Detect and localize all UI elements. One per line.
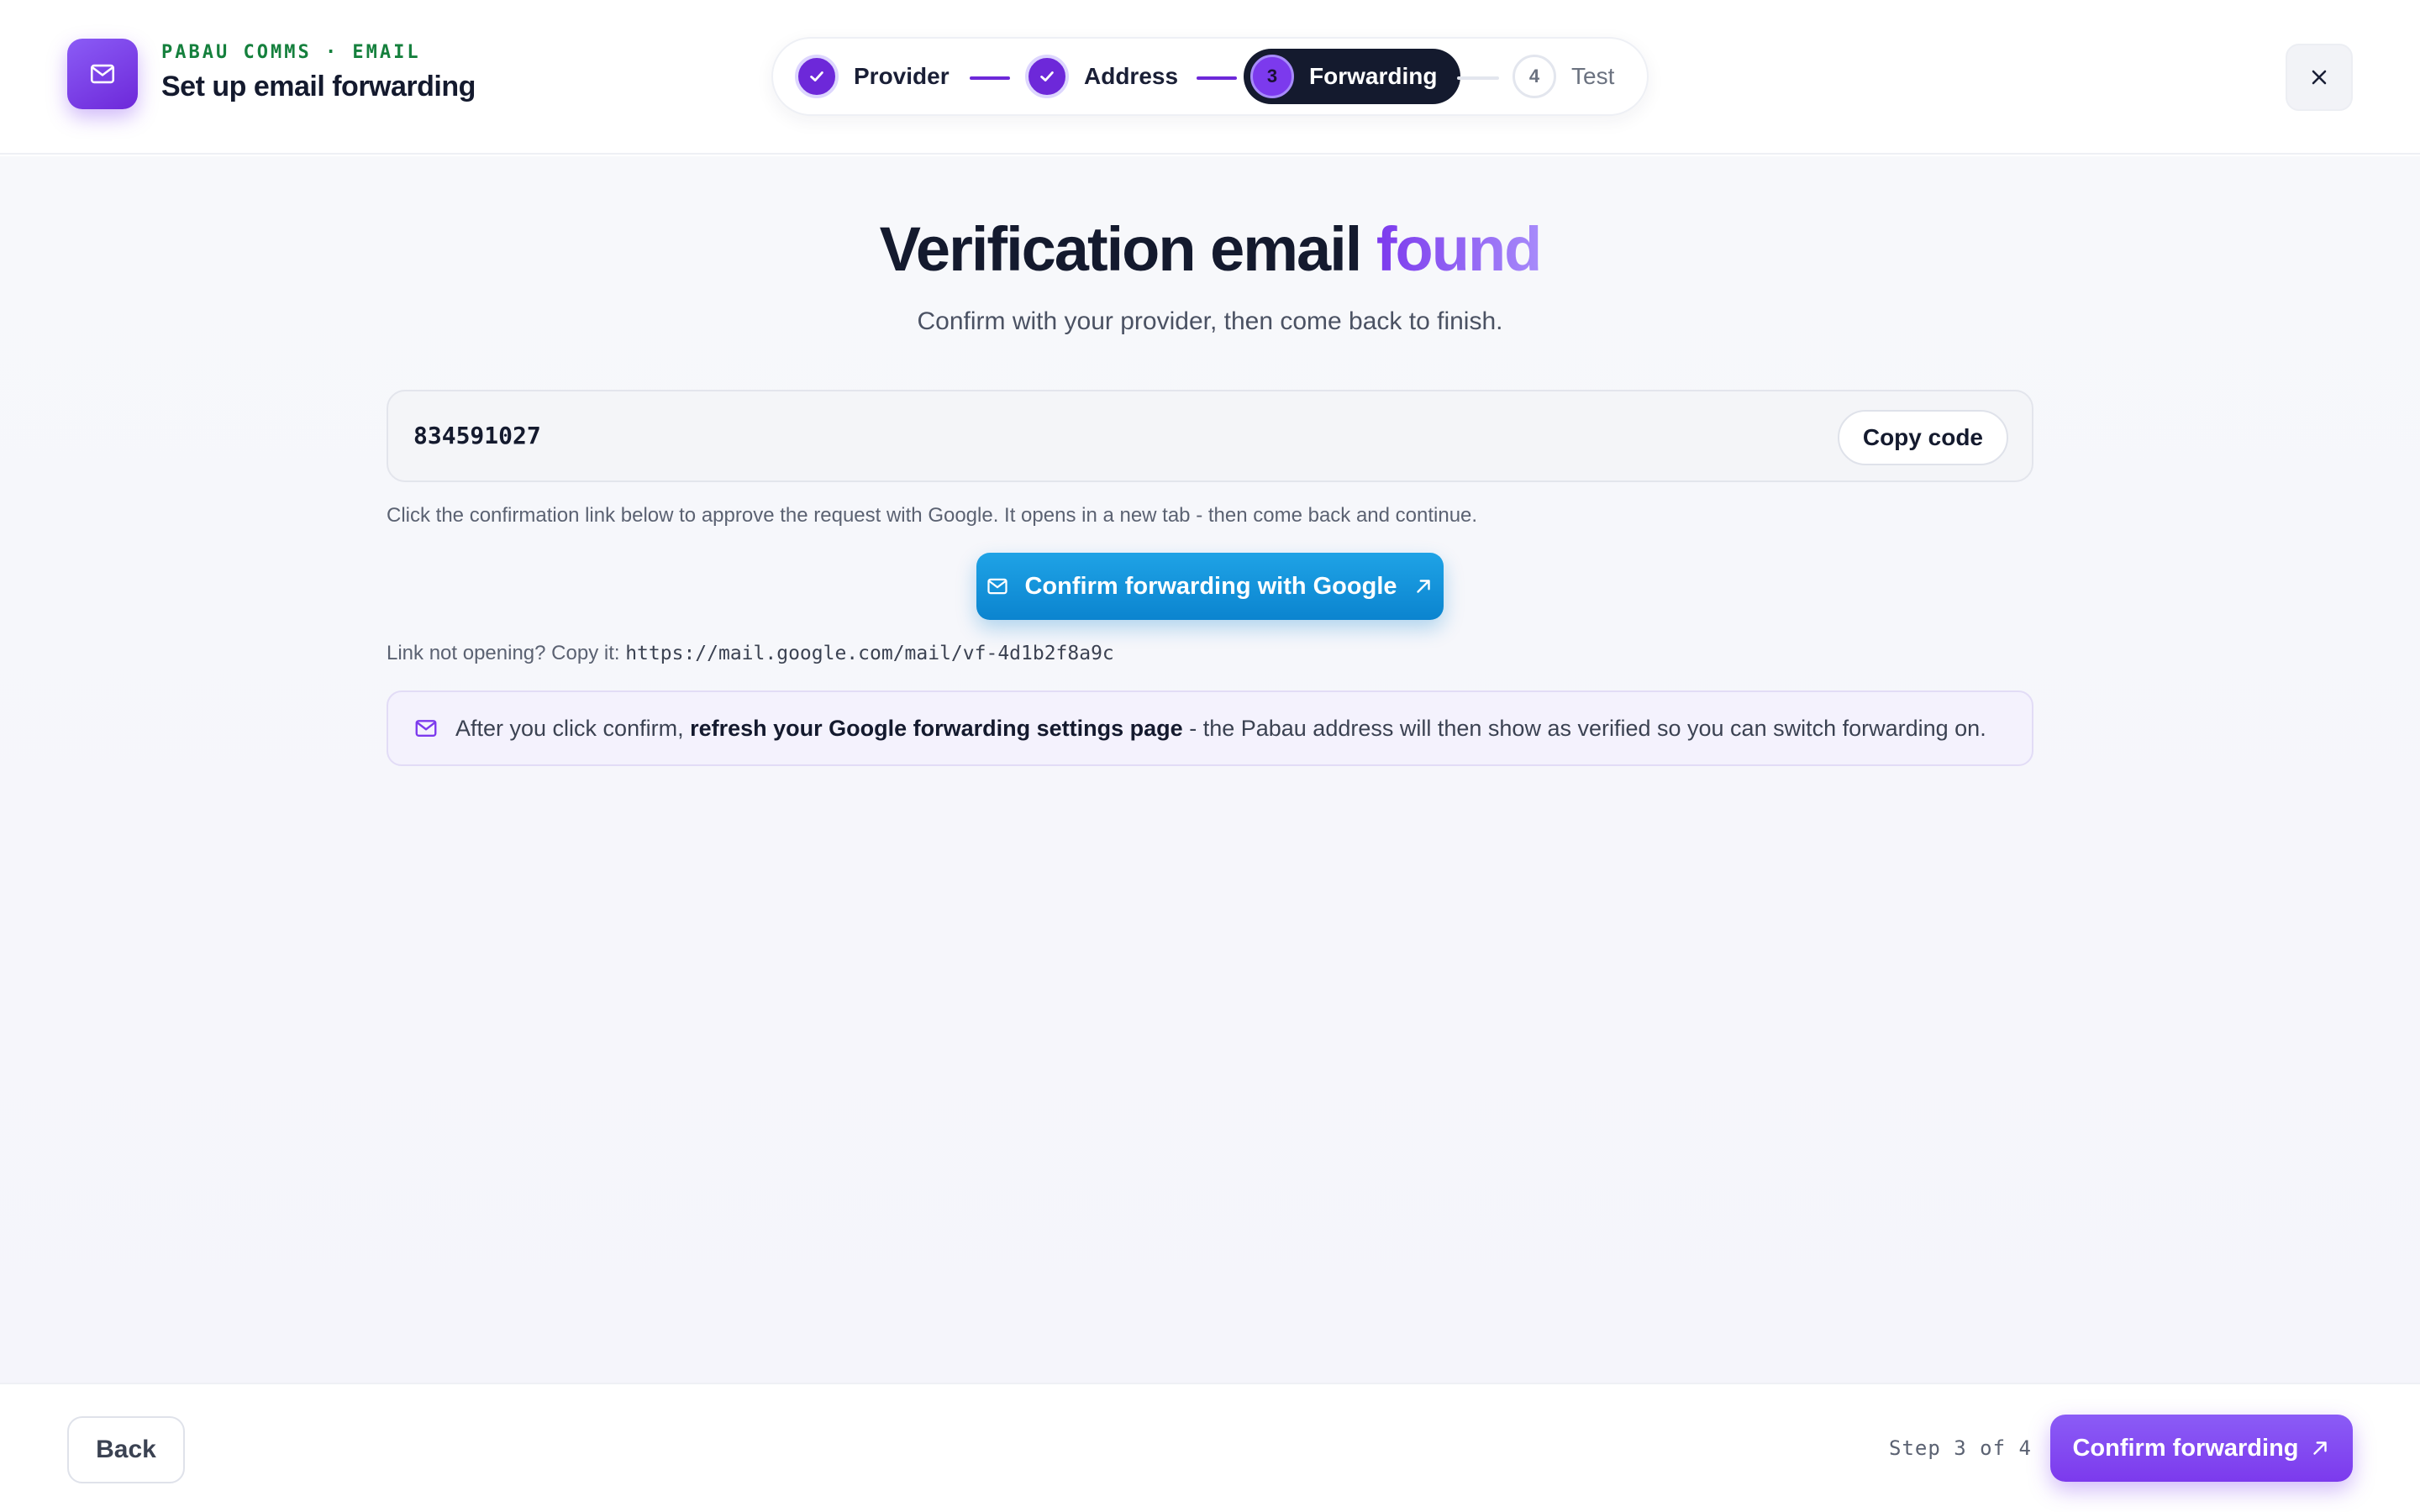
notice-text: After you click confirm, refresh your Go… — [455, 716, 1986, 742]
fallback-prefix: Link not opening? Copy it: — [387, 642, 620, 664]
step-connector — [970, 76, 1010, 80]
step-label: Provider — [854, 63, 950, 89]
confirm-forwarding-label: Confirm forwarding — [2072, 1434, 2299, 1462]
step-complete-indicator — [795, 55, 839, 98]
main-content: Verification email found Confirm with yo… — [0, 156, 2420, 1383]
notice-before: After you click confirm, — [455, 715, 684, 741]
step-provider[interactable]: Provider — [795, 49, 950, 104]
notice-after: - the Pabau address will then show as ve… — [1189, 715, 1986, 741]
confirm-with-google-label: Confirm forwarding with Google — [1024, 572, 1397, 600]
fallback-url[interactable]: https://mail.google.com/mail/vf-4d1b2f8a… — [625, 643, 1114, 664]
back-button[interactable]: Back — [67, 1416, 185, 1483]
step-label: Forwarding — [1309, 63, 1438, 89]
mail-icon — [90, 64, 115, 84]
footer-bar: Back Step 3 of 4 Confirm forwarding — [0, 1383, 2420, 1512]
close-button[interactable] — [2286, 44, 2353, 111]
progress-stepper: Provider Address 3 Forwarding 4 Test — [771, 37, 1649, 116]
step-number: 3 — [1250, 55, 1294, 98]
headline-main: Verification email — [879, 214, 1363, 284]
close-icon — [2312, 70, 2327, 85]
step-forwarding[interactable]: 3 Forwarding — [1244, 49, 1461, 104]
info-notice: After you click confirm, refresh your Go… — [387, 690, 2033, 766]
step-connector — [1197, 76, 1237, 80]
instruction-text: Click the confirmation link below to app… — [387, 504, 1478, 527]
step-counter: Step 3 of 4 — [1889, 1436, 2032, 1460]
step-test[interactable]: 4 Test — [1512, 49, 1614, 104]
notice-bold: refresh your Google forwarding settings … — [690, 715, 1183, 741]
app-eyebrow: PABAU COMMS · EMAIL — [161, 42, 421, 63]
external-link-arrow-icon — [2312, 1441, 2327, 1455]
copy-code-button[interactable]: Copy code — [1837, 410, 2008, 465]
mail-icon — [415, 720, 437, 737]
check-icon — [1040, 71, 1054, 81]
fallback-link-row: Link not opening? Copy it: https://mail.… — [387, 642, 1114, 665]
mail-icon — [987, 578, 1008, 595]
confirm-forwarding-button[interactable]: Confirm forwarding — [2050, 1415, 2353, 1482]
page-title: Set up email forwarding — [161, 71, 476, 102]
step-label: Address — [1084, 63, 1179, 89]
step-connector — [1457, 76, 1499, 80]
verification-code[interactable]: 834591027 — [413, 422, 541, 449]
brand-logo — [67, 39, 138, 109]
headline: Verification email found — [0, 213, 2420, 285]
step-address[interactable]: Address — [1025, 49, 1178, 104]
check-icon — [810, 71, 823, 81]
headline-accent: found — [1376, 214, 1542, 284]
verification-code-field: 834591027 Copy code — [387, 390, 2033, 482]
external-link-arrow-icon — [1416, 580, 1430, 593]
step-number: 4 — [1512, 55, 1556, 98]
step-label: Test — [1571, 63, 1615, 89]
confirm-with-google-button[interactable]: Confirm forwarding with Google — [976, 553, 1444, 620]
step-complete-indicator — [1025, 55, 1069, 98]
subheading: Confirm with your provider, then come ba… — [917, 307, 1503, 335]
top-bar: PABAU COMMS · EMAIL Set up email forward… — [0, 0, 2420, 155]
